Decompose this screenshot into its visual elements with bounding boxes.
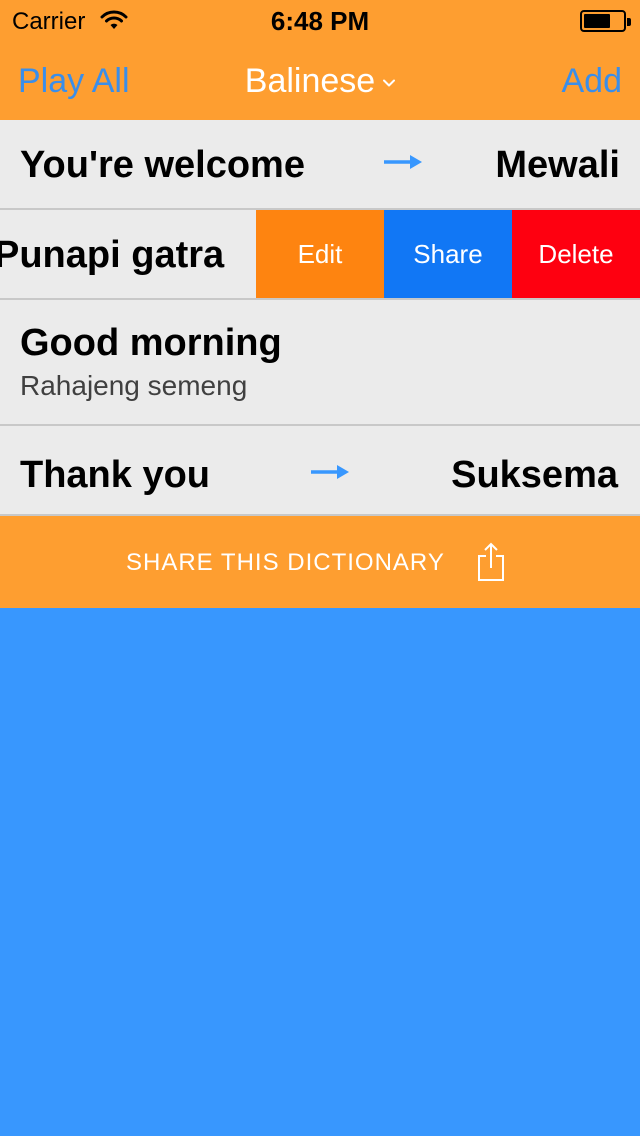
list-item[interactable]: Thank you Suksema — [0, 426, 640, 516]
translation-subtitle: Rahajeng semeng — [20, 370, 248, 401]
edit-button[interactable]: Edit — [256, 210, 384, 298]
battery-icon — [580, 10, 631, 32]
language-title: Balinese — [244, 62, 376, 100]
top-bar: Carrier 6:48 PM Play All Balinese Add — [0, 0, 640, 120]
list-item[interactable]: You're welcome Mewali — [0, 120, 640, 210]
translation-text: Mewali — [495, 144, 620, 186]
add-button[interactable]: Add — [562, 62, 623, 101]
phrase-text: Good morning — [20, 322, 282, 364]
arrow-right-icon — [384, 155, 422, 169]
language-selector[interactable]: Balinese — [0, 62, 640, 101]
share-dictionary-button[interactable]: SHARE THIS DICTIONARY — [0, 516, 640, 608]
navigation-bar: Play All Balinese Add — [0, 40, 640, 120]
arrow-right-icon — [311, 465, 349, 479]
list-item[interactable]: Good morning Rahajeng semeng — [0, 300, 640, 426]
share-button[interactable]: Share — [384, 210, 512, 298]
phrase-list: You're welcome Mewali Punapi gatra Edit … — [0, 120, 640, 516]
phrase-text: You're welcome — [20, 144, 305, 186]
status-bar: Carrier 6:48 PM — [0, 0, 640, 40]
phrase-text: Thank you — [20, 454, 211, 496]
translation-text: Suksema — [451, 454, 618, 496]
chevron-down-icon — [383, 79, 396, 87]
list-item-swiped[interactable]: Punapi gatra Edit Share Delete — [0, 210, 640, 300]
phrase-text: Punapi gatra — [0, 234, 225, 276]
share-icon — [478, 542, 504, 581]
share-dictionary-label: SHARE THIS DICTIONARY — [126, 549, 445, 576]
delete-button[interactable]: Delete — [512, 210, 640, 298]
status-time: 6:48 PM — [270, 6, 370, 36]
